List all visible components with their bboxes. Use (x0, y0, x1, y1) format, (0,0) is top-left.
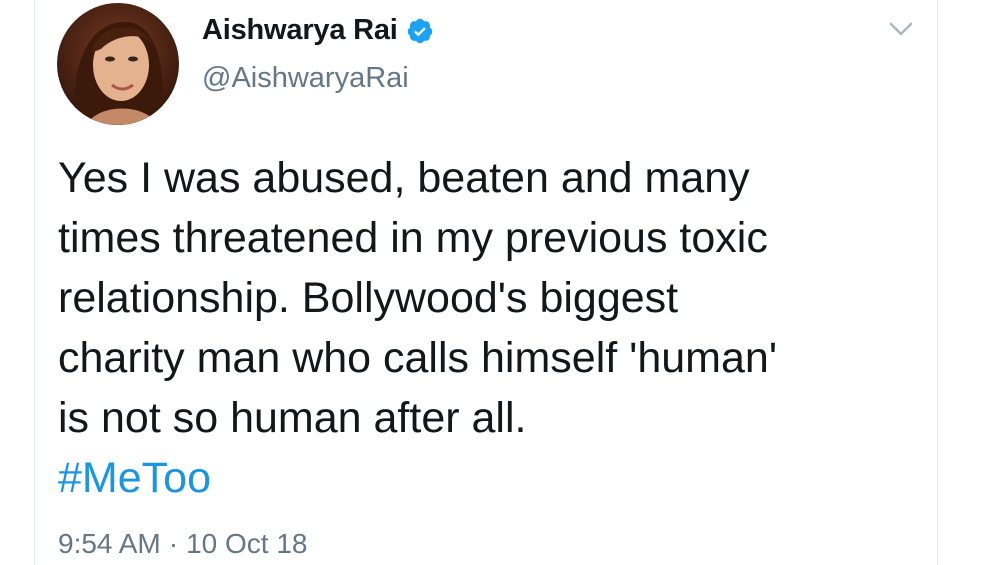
tweet-text-line: times threatened in my previous toxic (58, 214, 768, 262)
chevron-down-icon[interactable] (889, 20, 913, 38)
author-handle[interactable]: @AishwaryaRai (202, 62, 409, 95)
tweet-text-line: Yes I was abused, beaten and many (58, 154, 750, 202)
tweet-text-line: relationship. Bollywood's biggest (58, 274, 679, 322)
tweet-date: 10 Oct 18 (186, 528, 308, 559)
tweet-text-line: is not so human after all. (58, 394, 527, 442)
verified-badge-icon (406, 17, 434, 45)
avatar[interactable] (57, 3, 179, 125)
avatar-image (57, 3, 179, 125)
tweet-text: Yes I was abused, beaten and many times … (58, 148, 918, 508)
author-name-row: Aishwarya Rai (202, 14, 434, 47)
tweet-timestamp[interactable]: 9:54 AM · 10 Oct 18 (58, 528, 307, 560)
tweet-time: 9:54 AM (58, 528, 161, 559)
timestamp-separator: · (168, 528, 179, 559)
tweet-text-line: charity man who calls himself 'human' (58, 334, 778, 382)
author-display-name[interactable]: Aishwarya Rai (202, 14, 398, 47)
hashtag-link[interactable]: #MeToo (58, 448, 211, 508)
tweet-card: Aishwarya Rai @AishwaryaRai Yes I was ab… (34, 0, 938, 565)
hashtag-line: #MeToo (58, 448, 918, 508)
screenshot-canvas: Aishwarya Rai @AishwaryaRai Yes I was ab… (0, 0, 1000, 565)
